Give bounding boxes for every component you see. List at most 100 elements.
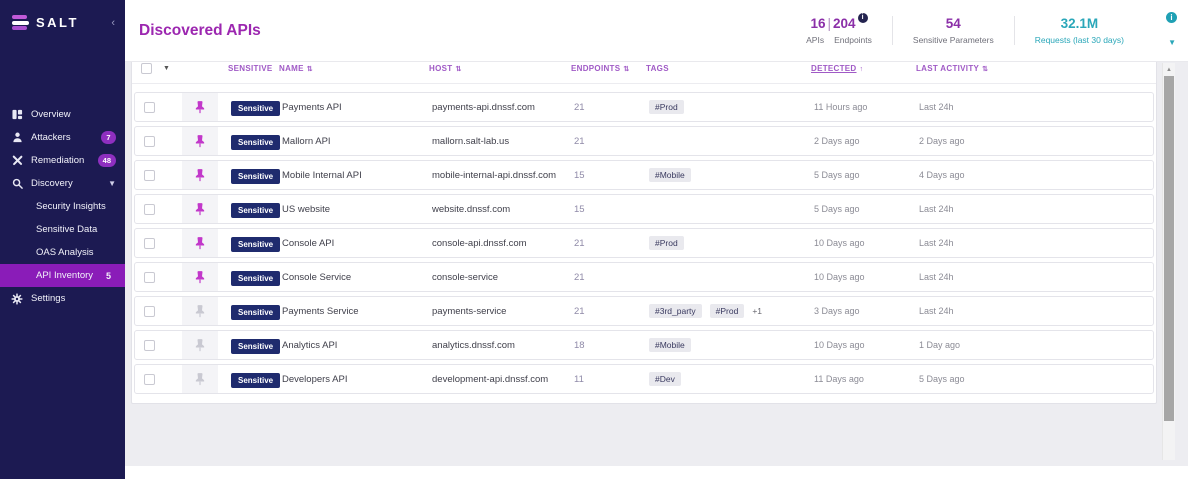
tags-cell: #Prod xyxy=(649,236,814,250)
pin-icon[interactable] xyxy=(195,202,205,216)
sort-asc-icon[interactable]: ↑ xyxy=(860,66,864,73)
row-checkbox[interactable] xyxy=(144,170,155,181)
select-all-checkbox[interactable] xyxy=(141,63,152,74)
info-icon[interactable]: i xyxy=(858,13,868,23)
sidebar-item-overview[interactable]: Overview xyxy=(0,103,125,126)
row-checkbox[interactable] xyxy=(144,340,155,351)
sidebar-item-attackers[interactable]: Attackers 7 xyxy=(0,126,125,149)
row-checkbox[interactable] xyxy=(144,204,155,215)
sensitive-badge: Sensitive xyxy=(231,305,280,320)
api-name[interactable]: US website xyxy=(282,204,432,215)
select-menu-caret-icon[interactable]: ▼ xyxy=(163,65,170,72)
api-host: mobile-internal-api.dnssf.com xyxy=(432,170,574,181)
sidebar-item-label: Settings xyxy=(31,293,65,304)
column-header-endpoints[interactable]: ENDPOINTS⇅ xyxy=(571,64,646,73)
table-row[interactable]: Sensitive Payments Service payments-serv… xyxy=(134,296,1154,326)
sensitive-parameters-value: 54 xyxy=(913,16,994,31)
api-name[interactable]: Analytics API xyxy=(282,340,432,351)
sidebar-item-label: OAS Analysis xyxy=(36,247,94,258)
pin-icon[interactable] xyxy=(195,304,205,318)
endpoints-count: 15 xyxy=(574,204,649,215)
endpoints-count: 21 xyxy=(574,102,649,113)
column-header-last-activity[interactable]: LAST ACTIVITY⇅ xyxy=(916,64,1156,73)
pin-icon[interactable] xyxy=(195,134,205,148)
row-checkbox[interactable] xyxy=(144,306,155,317)
sort-icon[interactable]: ⇅ xyxy=(307,66,313,73)
api-name[interactable]: Console Service xyxy=(282,272,432,283)
sort-icon[interactable]: ⇅ xyxy=(455,66,461,73)
apis-endpoints-value: 16|204i xyxy=(806,16,872,31)
info-icon[interactable]: i xyxy=(1166,12,1177,23)
scrollbar-thumb[interactable] xyxy=(1164,76,1174,421)
endpoints-value: 204 xyxy=(833,16,856,31)
pin-icon[interactable] xyxy=(195,372,205,386)
row-checkbox[interactable] xyxy=(144,136,155,147)
row-checkbox[interactable] xyxy=(144,102,155,113)
sort-icon[interactable]: ⇅ xyxy=(623,66,629,73)
sidebar-item-sensitive-data[interactable]: Sensitive Data xyxy=(0,218,125,241)
last-activity-value: Last 24h xyxy=(919,238,1153,248)
sidebar-item-settings[interactable]: Settings xyxy=(0,287,125,310)
table-row[interactable]: Sensitive Console Service console-servic… xyxy=(134,262,1154,292)
sidebar-item-label: API Inventory xyxy=(36,270,93,281)
sidebar-item-discovery[interactable]: Discovery ▼ xyxy=(0,172,125,195)
sidebar-item-api-inventory[interactable]: API Inventory 5 xyxy=(0,264,125,287)
value-separator: | xyxy=(826,16,834,31)
chevron-down-icon[interactable]: ▼ xyxy=(1168,38,1176,47)
table-row[interactable]: Sensitive Mallorn API mallorn.salt-lab.u… xyxy=(134,126,1154,156)
last-activity-value: Last 24h xyxy=(919,306,1153,316)
sidebar-item-label: Attackers xyxy=(31,132,71,143)
sort-icon[interactable]: ⇅ xyxy=(982,66,988,73)
table-row[interactable]: Sensitive Mobile Internal API mobile-int… xyxy=(134,160,1154,190)
sensitive-badge: Sensitive xyxy=(231,373,280,388)
bottom-strip xyxy=(125,466,1188,479)
tags-overflow[interactable]: +1 xyxy=(752,306,762,316)
table-row[interactable]: Sensitive US website website.dnssf.com 1… xyxy=(134,194,1154,224)
scroll-up-icon[interactable]: ▲ xyxy=(1163,63,1175,73)
api-name[interactable]: Payments Service xyxy=(282,306,432,317)
sensitive-parameters-label: Sensitive Parameters xyxy=(913,35,994,45)
sidebar-item-remediation[interactable]: Remediation 48 xyxy=(0,149,125,172)
stat-apis-endpoints: 16|204i APIs Endpoints xyxy=(786,16,892,45)
sidebar-item-security-insights[interactable]: Security Insights xyxy=(0,195,125,218)
pin-icon[interactable] xyxy=(195,168,205,182)
table-row[interactable]: Sensitive Analytics API analytics.dnssf.… xyxy=(134,330,1154,360)
table-row[interactable]: Sensitive Developers API development-api… xyxy=(134,364,1154,394)
api-name[interactable]: Mallorn API xyxy=(282,136,432,147)
tag-chip: #3rd_party xyxy=(649,304,702,318)
api-name[interactable]: Console API xyxy=(282,238,432,249)
sidebar-item-oas-analysis[interactable]: OAS Analysis xyxy=(0,241,125,264)
api-name[interactable]: Mobile Internal API xyxy=(282,170,432,181)
column-header-name[interactable]: NAME⇅ xyxy=(279,64,429,73)
api-host: console-api.dnssf.com xyxy=(432,238,574,249)
table-row[interactable]: Sensitive Payments API payments-api.dnss… xyxy=(134,92,1154,122)
column-header-host[interactable]: HOST⇅ xyxy=(429,64,571,73)
pin-icon[interactable] xyxy=(195,270,205,284)
api-name[interactable]: Payments API xyxy=(282,102,432,113)
sensitive-badge: Sensitive xyxy=(231,339,280,354)
sensitive-badge: Sensitive xyxy=(231,203,280,218)
table-row[interactable]: Sensitive Console API console-api.dnssf.… xyxy=(134,228,1154,258)
stat-requests: 32.1M Requests (last 30 days) xyxy=(1014,16,1144,45)
row-checkbox[interactable] xyxy=(144,238,155,249)
remediation-count-badge: 48 xyxy=(98,154,116,167)
pin-icon[interactable] xyxy=(195,100,205,114)
row-checkbox[interactable] xyxy=(144,272,155,283)
column-header-sensitive[interactable]: SENSITIVE xyxy=(215,64,279,73)
vertical-scrollbar[interactable]: ▲ xyxy=(1162,63,1175,460)
api-host: console-service xyxy=(432,272,574,283)
chevron-down-icon[interactable]: ▼ xyxy=(108,179,116,188)
sidebar-collapse-icon[interactable]: ‹ xyxy=(111,17,115,29)
column-header-detected[interactable]: DETECTED↑ xyxy=(811,64,916,73)
last-activity-value: Last 24h xyxy=(919,204,1153,214)
api-host: payments-service xyxy=(432,306,574,317)
remediation-icon xyxy=(10,155,24,166)
api-name[interactable]: Developers API xyxy=(282,374,432,385)
api-host: analytics.dnssf.com xyxy=(432,340,574,351)
sensitive-badge: Sensitive xyxy=(231,169,280,184)
row-checkbox[interactable] xyxy=(144,374,155,385)
salt-dashboard: { "colors": { "accent_purple": "#9C27B0"… xyxy=(0,0,1188,479)
pin-icon[interactable] xyxy=(195,338,205,352)
pin-icon[interactable] xyxy=(195,236,205,250)
column-header-tags[interactable]: TAGS xyxy=(646,64,811,73)
